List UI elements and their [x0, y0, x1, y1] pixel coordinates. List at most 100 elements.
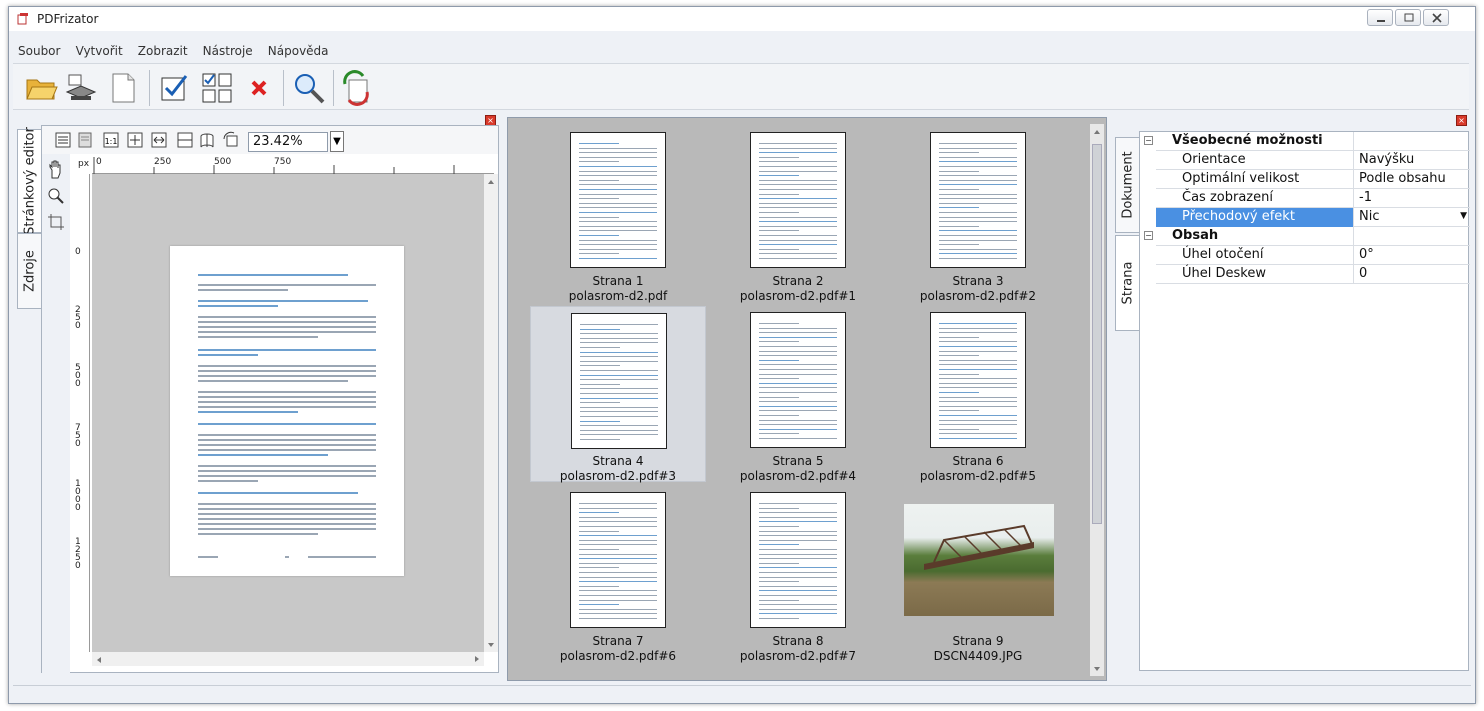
- text-line: [939, 248, 1017, 250]
- book-icon[interactable]: [198, 131, 216, 149]
- delete-icon[interactable]: [241, 70, 277, 106]
- fit-page-icon[interactable]: [126, 131, 144, 149]
- thumbnail-6[interactable]: Strana 6 polasrom-d2.pdf#5: [890, 308, 1066, 484]
- convert-icon[interactable]: [339, 70, 375, 106]
- open-folder-icon[interactable]: [23, 70, 59, 106]
- text-line: [579, 147, 657, 149]
- text-line: [579, 567, 619, 569]
- text-line: [939, 410, 979, 412]
- thumbnail-9[interactable]: Strana 9 DSCN4409.JPG: [890, 488, 1066, 664]
- rotate-icon[interactable]: [222, 131, 240, 149]
- text-line: [759, 359, 799, 361]
- horizontal-ruler: 0 250 500 750: [92, 157, 494, 174]
- property-transition-effect[interactable]: Přechodový efekt Nic ▼: [1156, 208, 1470, 227]
- tab-page[interactable]: Strana: [1115, 235, 1139, 331]
- text-line: [759, 507, 799, 509]
- new-page-icon[interactable]: [105, 70, 141, 106]
- text-line: [759, 373, 837, 375]
- close-button[interactable]: [1423, 9, 1449, 26]
- property-rotation-angle[interactable]: Úhel otočení 0°: [1156, 246, 1470, 265]
- thumbnail-3[interactable]: Strana 3 polasrom-d2.pdf#2: [890, 128, 1066, 304]
- text-line: [579, 558, 657, 560]
- thumbnail-scrollbar[interactable]: [1090, 124, 1104, 676]
- text-line: [579, 549, 619, 550]
- menu-napoveda[interactable]: Nápověda: [266, 42, 331, 60]
- check-all-icon[interactable]: [157, 70, 193, 106]
- text-line: [759, 207, 837, 209]
- tab-page-editor[interactable]: Stránkový editor: [17, 127, 41, 235]
- menu-zobrazit[interactable]: Zobrazit: [136, 42, 190, 60]
- uncheck-icon[interactable]: [199, 70, 235, 106]
- menu-nastroje[interactable]: Nástroje: [201, 42, 255, 60]
- category-general-options: Všeobecné možnosti: [1156, 132, 1470, 151]
- text-line: [939, 175, 1017, 177]
- text-line: [759, 202, 837, 204]
- text-line: [939, 202, 1017, 204]
- thumbnail-5[interactable]: Strana 5 polasrom-d2.pdf#4: [710, 308, 886, 484]
- actual-size-icon[interactable]: 1:1: [102, 131, 120, 149]
- text-line: [759, 152, 837, 154]
- text-line: [939, 179, 1017, 181]
- hand-tool-icon[interactable]: [46, 160, 66, 180]
- fit-width-icon[interactable]: [150, 131, 168, 149]
- text-line: [759, 433, 799, 435]
- category-content: Obsah: [1156, 227, 1470, 246]
- collapse-icon[interactable]: −: [1144, 231, 1153, 240]
- thumbnail-caption: Strana 7 polasrom-d2.pdf#6: [559, 634, 677, 663]
- minimize-button[interactable]: [1367, 9, 1393, 26]
- text-line: [580, 328, 620, 330]
- text-line: [579, 562, 657, 564]
- toolbar-separator: [283, 70, 284, 106]
- text-line: [939, 253, 1017, 255]
- chevron-down-icon[interactable]: ▼: [1460, 211, 1467, 221]
- split-icon[interactable]: [176, 131, 194, 149]
- editor-vertical-scrollbar[interactable]: [484, 174, 498, 652]
- menu-soubor[interactable]: Soubor: [16, 42, 62, 60]
- text-line: [759, 558, 837, 560]
- tab-sources[interactable]: Zdroje: [17, 233, 41, 309]
- chevron-left-icon[interactable]: [92, 653, 106, 667]
- menu-vytvorit[interactable]: Vytvořit: [74, 42, 125, 60]
- scroll-thumb[interactable]: [1092, 144, 1102, 524]
- text-line: [579, 235, 619, 236]
- search-icon[interactable]: [291, 70, 327, 106]
- text-line: [939, 424, 1017, 426]
- scan-icon[interactable]: [63, 70, 99, 106]
- page-canvas[interactable]: [92, 174, 484, 652]
- text-line: [939, 221, 1017, 223]
- collapse-icon[interactable]: −: [1144, 136, 1153, 145]
- property-deskew-angle[interactable]: Úhel Deskew 0: [1156, 265, 1470, 284]
- property-grid: − Všeobecné možnosti Orientace Navýšku Op…: [1139, 131, 1470, 671]
- chevron-right-icon[interactable]: [470, 652, 484, 666]
- property-display-time[interactable]: Čas zobrazení -1: [1156, 189, 1470, 208]
- zoom-tool-icon[interactable]: [46, 186, 66, 206]
- text-line: [580, 365, 620, 367]
- crop-tool-icon[interactable]: [46, 212, 66, 232]
- status-bar: [13, 685, 1471, 699]
- text-line: [939, 355, 979, 357]
- maximize-button[interactable]: [1395, 9, 1421, 26]
- text-line: [759, 526, 799, 527]
- zoom-input[interactable]: 23.42%: [248, 132, 328, 152]
- text-line: [579, 535, 657, 537]
- thumbnail-8[interactable]: Strana 8 polasrom-d2.pdf#7: [710, 488, 886, 664]
- thumbnail-7[interactable]: Strana 7 polasrom-d2.pdf#6: [530, 488, 706, 664]
- text-line: [939, 415, 1017, 416]
- page-view-icon[interactable]: [76, 131, 94, 149]
- editor-horizontal-scrollbar[interactable]: [92, 652, 484, 666]
- text-line: [939, 258, 1017, 259]
- chevron-down-icon[interactable]: [484, 638, 498, 652]
- zoom-dropdown-button[interactable]: ▼: [330, 131, 344, 152]
- tab-document[interactable]: Dokument: [1115, 137, 1139, 233]
- list-view-icon[interactable]: [54, 131, 72, 149]
- property-optimal-size[interactable]: Optimální velikost Podle obsahu: [1156, 170, 1470, 189]
- thumbnail-4[interactable]: Strana 4 polasrom-d2.pdf#3: [530, 306, 706, 483]
- property-orientation[interactable]: Orientace Navýšku: [1156, 151, 1470, 170]
- svg-text:1:1: 1:1: [105, 137, 118, 146]
- thumbnail-2[interactable]: Strana 2 polasrom-d2.pdf#1: [710, 128, 886, 304]
- chevron-down-icon[interactable]: [1090, 662, 1104, 676]
- thumbnail-1[interactable]: Strana 1 polasrom-d2.pdf: [530, 128, 706, 304]
- text-line: [759, 364, 837, 366]
- chevron-up-icon[interactable]: [484, 175, 498, 189]
- chevron-up-icon[interactable]: [1090, 125, 1104, 139]
